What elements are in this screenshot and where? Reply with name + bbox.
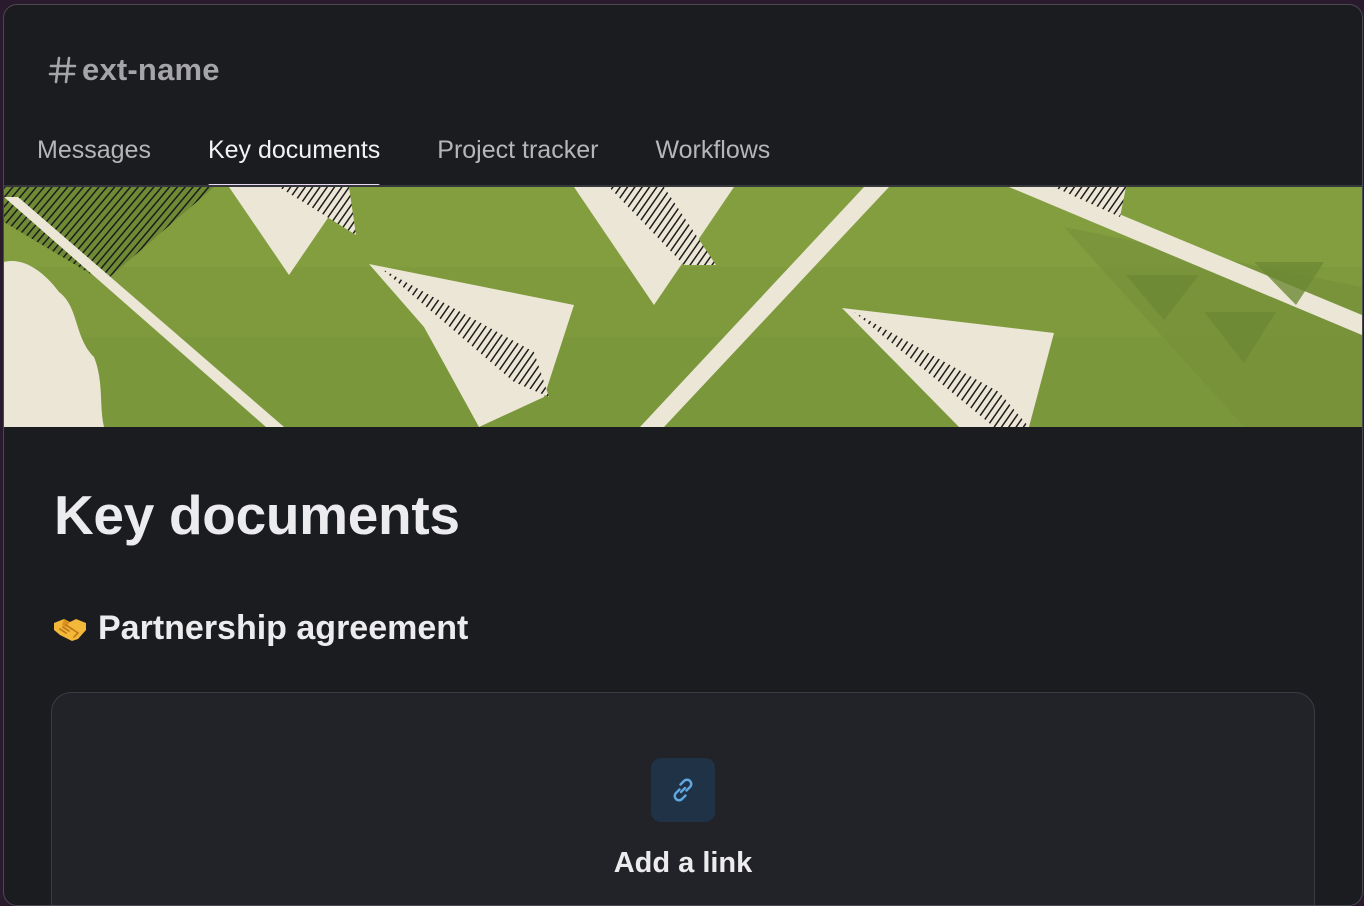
- handshake-icon: [54, 618, 86, 641]
- section-heading-text: Partnership agreement: [98, 609, 469, 647]
- section-heading: Partnership agreement: [52, 609, 468, 648]
- channel-name: ext-name: [82, 52, 220, 87]
- channel-header[interactable]: ext-name: [48, 45, 220, 95]
- link-icon-box[interactable]: [651, 758, 715, 822]
- tab-messages[interactable]: Messages: [37, 132, 151, 188]
- page-title: Key documents: [54, 484, 460, 546]
- paper-planes-illustration: [4, 187, 1362, 427]
- tab-bar: Messages Key documents Project tracker W…: [37, 132, 827, 188]
- add-link-card[interactable]: Add a link: [51, 692, 1315, 905]
- tab-workflows[interactable]: Workflows: [655, 132, 770, 188]
- app-window: ext-name Messages Key documents Project …: [3, 4, 1363, 906]
- tab-key-documents[interactable]: Key documents: [207, 132, 381, 188]
- tab-project-tracker[interactable]: Project tracker: [437, 132, 598, 188]
- canvas-banner: [4, 187, 1362, 427]
- add-link-label: Add a link: [613, 847, 753, 879]
- link-icon: [673, 778, 693, 802]
- hash-icon: [48, 56, 77, 84]
